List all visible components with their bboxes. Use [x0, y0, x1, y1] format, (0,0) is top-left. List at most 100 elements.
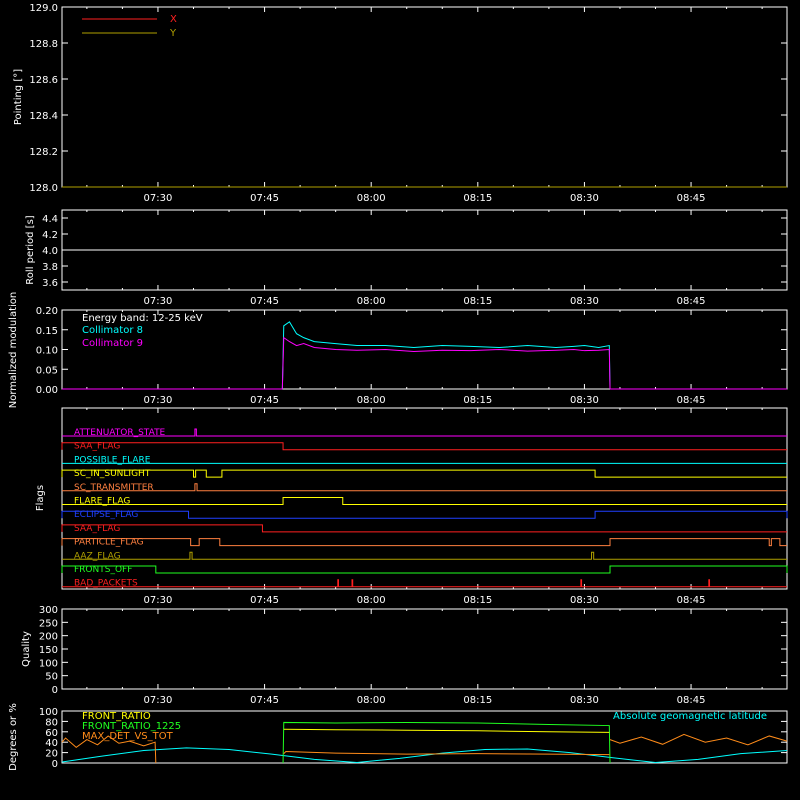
modulation-energy-band: Energy band: 12-25 keV — [82, 313, 203, 324]
legend-collimator-8: Collimator 8 — [82, 325, 143, 336]
y-tick-label: 128.6 — [29, 75, 58, 86]
roll-ylabel: Roll period [s] — [25, 215, 36, 284]
x-tick-label: 08:30 — [570, 296, 599, 307]
panel-roll-period: Roll period [s] 3.63.84.04.24.4 07:30 07:… — [25, 209, 788, 307]
legend-x-label: X — [170, 14, 177, 25]
panel-pointing: Pointing [°] 128.0128.2128.4128.6128.812… — [13, 3, 788, 204]
x-tick-label: 08:00 — [357, 296, 386, 307]
x-tick-label: 07:30 — [144, 695, 173, 706]
y-tick-label: 4.2 — [42, 230, 58, 241]
flag-line — [61, 538, 787, 547]
y-tick-label: 100 — [39, 707, 58, 718]
series-line — [609, 733, 788, 746]
x-tick-label: 07:30 — [144, 395, 173, 406]
y-tick-label: 200 — [39, 632, 58, 643]
y-tick-label: 3.6 — [42, 278, 58, 289]
pointing-legend: X Y — [82, 14, 177, 39]
series-line — [61, 747, 788, 763]
flag-label: FRONTS_OFF — [74, 565, 132, 575]
y-tick-label: 50 — [45, 672, 58, 683]
y-tick-label: 0.10 — [36, 346, 58, 357]
modulation-ylabel: Normalized modulation — [8, 292, 19, 409]
flag-label: ATTENUATOR_STATE — [74, 428, 166, 438]
y-tick-label: 128.2 — [29, 147, 58, 158]
series-line — [283, 728, 610, 733]
x-tick-label: 08:15 — [463, 193, 492, 204]
flag-label: AAZ_FLAG — [74, 551, 121, 561]
y-tick-label: 128.8 — [29, 39, 58, 50]
y-tick-label: 20 — [45, 749, 58, 760]
flags-xticks: 07:30 07:45 08:00 08:15 08:30 08:45 — [86, 408, 763, 606]
x-tick-label: 07:45 — [250, 595, 279, 606]
flag-label: FLARE_FLAG — [74, 497, 130, 507]
flag-line — [61, 565, 788, 574]
y-tick-label: 3.8 — [42, 262, 58, 273]
flags-series: ATTENUATOR_STATE SAA_FLAG POSSIBLE_FLARE SC… — [61, 428, 788, 589]
x-tick-label: 08:45 — [677, 193, 706, 204]
panel-modulation: Normalized modulation 0.00 0.05 0.10 0.15 0.… — [8, 292, 788, 409]
flag-line — [61, 469, 787, 478]
y-tick-label: 0.00 — [36, 385, 58, 396]
y-tick-label: 128.0 — [29, 183, 58, 194]
quality-plot-area — [61, 608, 788, 690]
y-tick-label: 0 — [52, 685, 58, 696]
quality-yticks: 0 50 100 150 200 250 300 — [39, 605, 787, 696]
x-tick-label: 08:00 — [357, 395, 386, 406]
x-tick-label: 08:15 — [463, 695, 492, 706]
flag-line — [62, 497, 787, 505]
flag-label: SC_TRANSMITTER — [74, 483, 154, 493]
y-tick-label: 0.20 — [36, 306, 58, 317]
chart-canvas: Pointing [°] 128.0128.2128.4128.6128.812… — [8, 3, 788, 771]
x-tick-label: 08:45 — [677, 395, 706, 406]
x-tick-label: 07:30 — [144, 296, 173, 307]
y-tick-label: 60 — [45, 728, 58, 739]
flags-plot-area — [61, 407, 788, 590]
flag-label: SC_IN_SUNLIGHT — [74, 469, 151, 479]
ratios-ylabel: Degrees or % — [8, 703, 19, 771]
y-tick-label: 300 — [39, 605, 58, 616]
flag-line — [62, 579, 787, 588]
x-tick-label: 08:30 — [570, 595, 599, 606]
x-tick-label: 08:00 — [357, 695, 386, 706]
y-tick-label: 80 — [45, 717, 58, 728]
roll-xticks: 07:30 07:45 08:00 08:15 08:30 08:45 — [86, 210, 763, 307]
flag-label: POSSIBLE_FLARE — [74, 455, 151, 465]
flag-label: BAD_PACKETS — [74, 579, 138, 589]
y-tick-label: 150 — [39, 645, 58, 656]
pointing-yticks: 128.0 128.2 128.4 128.6 128.8 129.0 — [29, 3, 787, 194]
y-tick-label: 100 — [39, 658, 58, 669]
flag-line — [62, 551, 787, 560]
y-tick-label: 0 — [52, 759, 58, 770]
legend-geomagnetic-latitude: Absolute geomagnetic latitude — [613, 711, 767, 722]
x-tick-label: 08:15 — [463, 395, 492, 406]
y-tick-label: 4.0 — [42, 246, 58, 257]
x-tick-label: 08:45 — [677, 595, 706, 606]
quality-xticks: 07:30 07:45 08:00 08:15 08:30 08:45 — [86, 609, 763, 706]
x-tick-label: 07:30 — [144, 193, 173, 204]
y-tick-label: 40 — [45, 738, 58, 749]
x-tick-label: 08:15 — [463, 296, 492, 307]
flag-label: ECLIPSE_FLAG — [74, 510, 138, 520]
flag-line — [62, 428, 787, 437]
flag-line — [62, 483, 787, 492]
legend-y-label: Y — [169, 28, 177, 39]
y-tick-label: 0.15 — [36, 326, 58, 337]
legend-collimator-9: Collimator 9 — [82, 338, 143, 349]
x-tick-label: 08:15 — [463, 595, 492, 606]
modulation-xticks: 07:30 07:45 08:00 08:15 08:30 08:45 — [86, 310, 763, 406]
x-tick-label: 07:30 — [144, 595, 173, 606]
pointing-xticks: 07:30 07:45 08:00 08:15 08:30 08:45 — [86, 7, 763, 204]
y-tick-label: 128.4 — [29, 111, 58, 122]
pointing-ylabel: Pointing [°] — [13, 69, 24, 125]
x-tick-label: 07:45 — [250, 695, 279, 706]
flag-line — [61, 442, 787, 451]
panel-flags: Flags 07:30 07:45 08:00 08:15 08:30 08:45 ATT… — [35, 407, 788, 606]
flags-ylabel: Flags — [35, 485, 46, 511]
flag-line — [61, 524, 787, 533]
x-tick-label: 08:45 — [677, 296, 706, 307]
flag-label: SAA_FLAG — [74, 442, 120, 452]
y-tick-label: 129.0 — [29, 3, 58, 14]
panel-ratios: Degrees or % 020406080100 FRONT_RATIO FR… — [8, 703, 788, 771]
series-line — [281, 321, 611, 390]
x-tick-label: 07:45 — [250, 193, 279, 204]
